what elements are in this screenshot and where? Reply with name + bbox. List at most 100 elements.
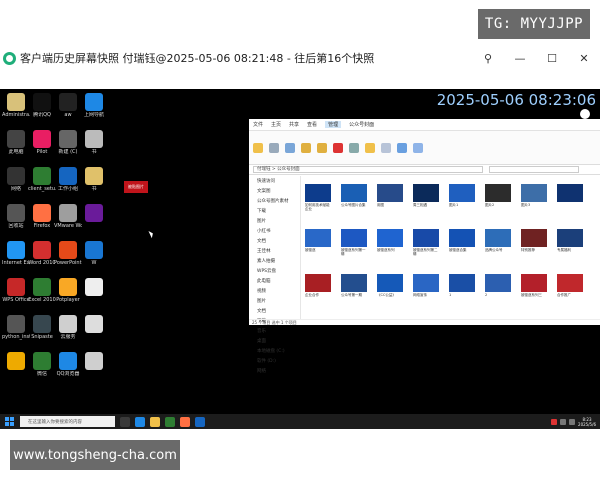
desktop-icon[interactable]: Potplayer [54, 278, 82, 303]
file-thumbnail[interactable]: 2 [485, 274, 511, 301]
file-thumbnail[interactable]: 图片3 [521, 184, 547, 211]
file-thumbnail[interactable]: 品牌公众号 [485, 229, 511, 256]
desktop-icon[interactable]: WPS Office [2, 278, 30, 303]
desktop-icon[interactable]: 回收站 [2, 204, 30, 229]
nav-pane-item[interactable]: 文案图 [249, 186, 300, 196]
nav-pane-item[interactable]: 视频 [249, 286, 300, 296]
file-thumbnail[interactable]: 图片2 [485, 184, 511, 211]
nav-pane-item[interactable]: 小红书 [249, 226, 300, 236]
desktop-icon[interactable]: python_inst... [2, 315, 30, 340]
new-folder-icon[interactable] [365, 142, 375, 153]
nav-pane-item[interactable]: 文档 [249, 236, 300, 246]
minimize-button[interactable]: — [504, 47, 536, 69]
file-thumbnail[interactable]: 用图 [377, 184, 403, 211]
sticky-image-tag[interactable]: 被贴图片 [124, 181, 148, 193]
desktop-icon[interactable] [80, 204, 108, 223]
file-thumbnail[interactable]: 被驱逐系列第一辑 [341, 229, 367, 256]
desktop-icon[interactable] [2, 352, 30, 371]
explorer-tab[interactable]: 管理 [325, 121, 342, 128]
maximize-button[interactable]: ☐ [536, 47, 568, 69]
desktop-icon[interactable]: Pilot [28, 130, 56, 155]
file-thumbnail[interactable]: 合作推广 [557, 274, 583, 301]
file-thumbnail[interactable]: 图片1 [449, 184, 475, 211]
wechat-icon[interactable] [165, 416, 175, 427]
rename-icon[interactable] [349, 142, 359, 153]
explorer-tab[interactable]: 文件 [253, 121, 263, 128]
file-thumbnail[interactable]: 1 [449, 274, 475, 301]
desktop-icon[interactable]: Snipaste [28, 315, 56, 340]
nav-pane-item[interactable]: 网络 [249, 366, 300, 376]
file-thumbnail[interactable]: 网络宣传 [413, 274, 439, 301]
taskbar-search-input[interactable]: 在这里输入你要搜索的内容 [20, 416, 115, 427]
nav-pane-item[interactable]: 快速访问 [249, 176, 300, 186]
nav-pane-item[interactable]: 图片 [249, 296, 300, 306]
desktop-icon[interactable]: W [80, 241, 108, 266]
nav-pane-item[interactable]: 软件 (D:) [249, 356, 300, 366]
explorer-tab[interactable]: 查看 [307, 121, 317, 128]
desktop-icon[interactable]: Word 2010 [28, 241, 56, 266]
file-thumbnail[interactable]: 公众号图片合集 [341, 184, 367, 211]
nav-pane-item[interactable]: 桌面 [249, 336, 300, 346]
nav-pane-item[interactable]: 王佳林 [249, 246, 300, 256]
desktop-icon[interactable]: 上网导航 [80, 93, 108, 118]
file-thumbnail[interactable]: 《CC公益》 [377, 274, 403, 301]
desktop-icon[interactable]: Firefox [28, 204, 56, 229]
desktop-icon[interactable]: 腾讯QQ [28, 93, 56, 118]
copy-to-icon[interactable] [317, 142, 327, 153]
task-view-icon[interactable] [120, 416, 130, 427]
desktop-icon[interactable]: PowerPoint... [54, 241, 82, 266]
nav-pane-item[interactable]: 文档 [249, 306, 300, 316]
open-icon[interactable] [397, 142, 407, 153]
desktop-icon[interactable]: 新建 (C) [54, 130, 82, 155]
desktop-icon[interactable]: 微信 [28, 352, 56, 377]
windows-start-icon[interactable] [5, 417, 14, 426]
file-thumbnail[interactable]: 如何用技术赋能企业 [305, 184, 331, 211]
nav-pane-item[interactable]: 公众号图片素材 [249, 196, 300, 206]
desktop-icon[interactable]: aw [54, 93, 82, 118]
desktop-icon[interactable]: 此电脑 [2, 130, 30, 155]
file-thumbnail[interactable]: 周三相遇 [413, 184, 439, 211]
explorer-tab[interactable]: 公众号封面 [349, 121, 374, 128]
edge-icon[interactable] [135, 416, 145, 427]
explorer-tab[interactable]: 主页 [271, 121, 281, 128]
network-icon[interactable] [560, 418, 567, 425]
nav-pane-item[interactable]: 素人拍摄 [249, 256, 300, 266]
file-thumbnail[interactable]: 企业合作 [305, 274, 331, 301]
file-thumbnail[interactable]: 被驱逐系列 [377, 229, 403, 256]
move-to-icon[interactable] [301, 142, 311, 153]
file-thumbnail[interactable]: 被驱逐合集 [449, 229, 475, 256]
tray-app-icon[interactable] [551, 418, 558, 425]
desktop-icon[interactable]: Administra... [2, 93, 30, 118]
desktop-icon[interactable]: 书 [80, 130, 108, 155]
file-thumbnail[interactable]: 被驱逐系列三 [521, 274, 547, 301]
nav-pane-item[interactable]: 此电脑 [249, 276, 300, 286]
file-thumbnail[interactable]: 被驱逐系列第二辑 [413, 229, 439, 256]
word-icon[interactable] [195, 416, 205, 427]
tray-clock[interactable]: 8:23 2025/5/6 [578, 417, 596, 427]
desktop-icon[interactable]: VMware Worksta... [54, 204, 82, 229]
desktop-icon[interactable] [80, 278, 108, 297]
pin-quick-access-icon[interactable] [253, 142, 263, 153]
file-explorer-icon[interactable] [150, 416, 160, 427]
desktop-icon[interactable]: 书 [80, 167, 108, 192]
volume-icon[interactable] [569, 418, 576, 425]
nav-pane-item[interactable]: 本地磁盘 (C:) [249, 346, 300, 356]
address-path[interactable]: 付瑞钰 > 公众号封面 [253, 166, 483, 173]
file-thumbnail[interactable]: 被驱逐 [305, 229, 331, 256]
desktop-icon[interactable] [80, 315, 108, 334]
firefox-icon[interactable] [180, 416, 190, 427]
desktop-icon[interactable]: Excel 2010 [28, 278, 56, 303]
file-thumbnail[interactable]: 特别推荐 [521, 229, 547, 256]
desktop-icon[interactable]: 网络 [2, 167, 30, 192]
close-button[interactable]: ✕ [568, 47, 600, 69]
desktop-icon[interactable] [80, 352, 108, 371]
explorer-search-input[interactable] [489, 166, 579, 173]
desktop-icon[interactable]: client_setu... [28, 167, 56, 192]
file-thumbnail[interactable] [557, 184, 583, 211]
select-all-icon[interactable] [413, 142, 423, 153]
desktop-icon[interactable]: 工作小组 [54, 167, 82, 192]
nav-pane-item[interactable]: 音乐 [249, 326, 300, 336]
pin-icon[interactable]: ⚲ [472, 47, 504, 69]
desktop-icon[interactable]: Internet Explorer [2, 241, 30, 266]
nav-pane-item[interactable]: 图片 [249, 216, 300, 226]
